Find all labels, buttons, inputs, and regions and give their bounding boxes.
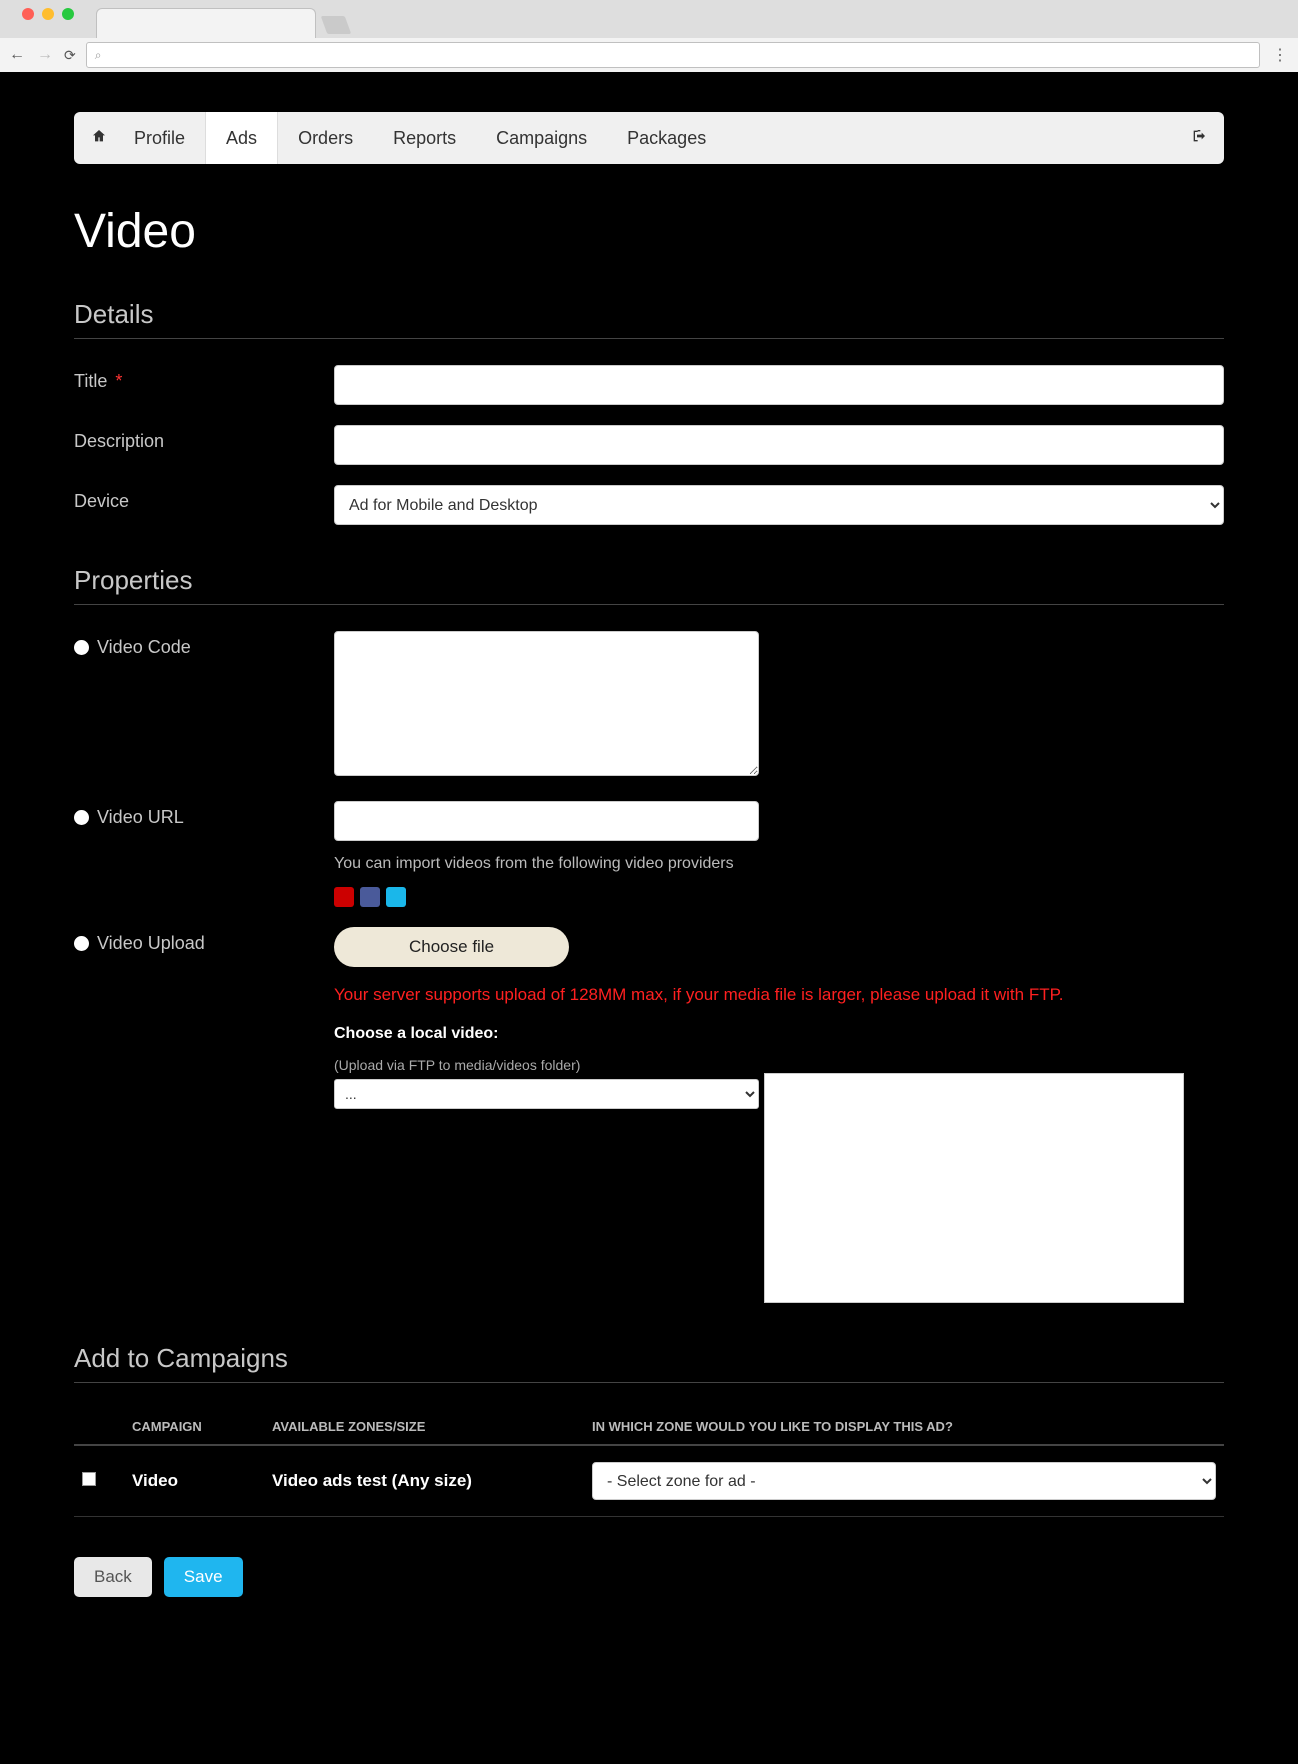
window-controls bbox=[10, 0, 86, 28]
section-properties-title: Properties bbox=[74, 565, 1224, 605]
video-code-textarea[interactable] bbox=[334, 631, 759, 776]
device-select[interactable]: Ad for Mobile and Desktop bbox=[334, 485, 1224, 525]
device-label: Device bbox=[74, 485, 334, 512]
col-campaign: CAMPAIGN bbox=[124, 1409, 264, 1445]
nav-reports[interactable]: Reports bbox=[373, 112, 476, 164]
metacafe-icon bbox=[360, 887, 380, 907]
section-details-title: Details bbox=[74, 299, 1224, 339]
browser-toolbar: ← → ⟳ ⌕ ⋮ bbox=[0, 38, 1298, 72]
minimize-window-icon[interactable] bbox=[42, 8, 54, 20]
video-preview-box bbox=[764, 1073, 1184, 1303]
ftp-hint: (Upload via FTP to media/videos folder) bbox=[334, 1057, 1224, 1073]
reload-icon[interactable]: ⟳ bbox=[64, 47, 76, 64]
campaign-checkbox[interactable] bbox=[82, 1472, 96, 1486]
nav-profile[interactable]: Profile bbox=[114, 112, 205, 164]
save-button[interactable]: Save bbox=[164, 1557, 243, 1597]
browser-chrome: ← → ⟳ ⌕ ⋮ bbox=[0, 0, 1298, 72]
video-upload-radio[interactable] bbox=[74, 936, 89, 951]
vimeo-icon bbox=[386, 887, 406, 907]
youtube-icon bbox=[334, 887, 354, 907]
video-code-label: Video Code bbox=[74, 631, 334, 658]
import-helper-text: You can import videos from the following… bbox=[334, 855, 1224, 873]
ftp-file-select[interactable]: ... bbox=[334, 1079, 759, 1109]
browser-tab[interactable] bbox=[96, 8, 316, 38]
video-code-radio[interactable] bbox=[74, 640, 89, 655]
maximize-window-icon[interactable] bbox=[62, 8, 74, 20]
col-zones: AVAILABLE ZONES/SIZE bbox=[264, 1409, 584, 1445]
section-campaigns-title: Add to Campaigns bbox=[74, 1343, 1224, 1383]
video-upload-label: Video Upload bbox=[74, 927, 334, 954]
video-url-input[interactable] bbox=[334, 801, 759, 841]
video-url-radio[interactable] bbox=[74, 810, 89, 825]
choose-local-label: Choose a local video: bbox=[334, 1025, 1224, 1043]
search-icon: ⌕ bbox=[95, 48, 102, 63]
nav-ads[interactable]: Ads bbox=[205, 112, 278, 164]
close-window-icon[interactable] bbox=[22, 8, 34, 20]
back-button[interactable]: Back bbox=[74, 1557, 152, 1597]
browser-tab-bar bbox=[0, 0, 1298, 38]
nav-orders[interactable]: Orders bbox=[278, 112, 373, 164]
new-tab-button[interactable] bbox=[321, 16, 352, 34]
video-url-label: Video URL bbox=[74, 801, 334, 828]
zone-select[interactable]: - Select zone for ad - bbox=[592, 1462, 1216, 1500]
campaign-name: Video bbox=[124, 1445, 264, 1517]
title-label: Title* bbox=[74, 365, 334, 392]
col-checkbox bbox=[74, 1409, 124, 1445]
forward-icon: → bbox=[36, 46, 54, 64]
url-bar[interactable]: ⌕ bbox=[86, 42, 1260, 68]
description-input[interactable] bbox=[334, 425, 1224, 465]
nav-packages[interactable]: Packages bbox=[607, 112, 726, 164]
choose-file-button[interactable]: Choose file bbox=[334, 927, 569, 967]
nav-campaigns[interactable]: Campaigns bbox=[476, 112, 607, 164]
browser-menu-icon[interactable]: ⋮ bbox=[1270, 45, 1290, 65]
back-icon[interactable]: ← bbox=[8, 46, 26, 64]
col-which-zone: IN WHICH ZONE WOULD YOU LIKE TO DISPLAY … bbox=[584, 1409, 1224, 1445]
description-label: Description bbox=[74, 425, 334, 452]
title-input[interactable] bbox=[334, 365, 1224, 405]
campaigns-table: CAMPAIGN AVAILABLE ZONES/SIZE IN WHICH Z… bbox=[74, 1409, 1224, 1517]
page-title: Video bbox=[74, 204, 1224, 259]
main-nav: Profile Ads Orders Reports Campaigns Pac… bbox=[74, 112, 1224, 164]
logout-icon[interactable] bbox=[1184, 128, 1214, 149]
home-icon[interactable] bbox=[84, 128, 114, 149]
upload-warning: Your server supports upload of 128MM max… bbox=[334, 985, 1224, 1005]
table-row: Video Video ads test (Any size) - Select… bbox=[74, 1445, 1224, 1517]
provider-icons bbox=[334, 887, 1224, 907]
campaign-zones: Video ads test (Any size) bbox=[264, 1445, 584, 1517]
